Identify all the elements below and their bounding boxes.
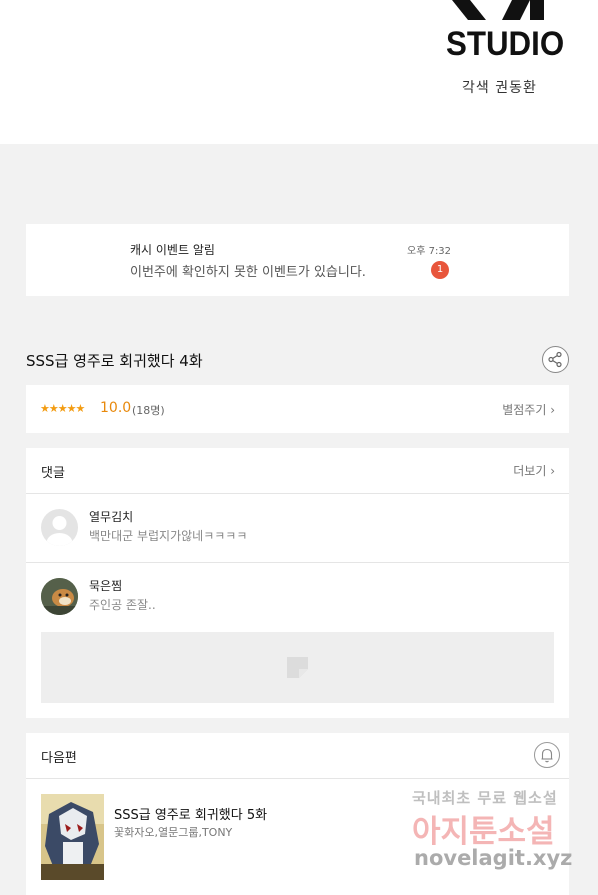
rating-score: 10.0 bbox=[100, 400, 132, 416]
comment-text: 주인공 존잘.. bbox=[89, 598, 156, 612]
studio-logo-text: STUDIO bbox=[446, 25, 565, 63]
ad-placeholder[interactable] bbox=[41, 632, 554, 703]
notice-badge: 1 bbox=[431, 261, 449, 279]
comments-card: 댓글 더보기 › 열무김치 백만대군 부럽지가않네ㅋㅋㅋㅋ 묵은찜 주인공 존잘… bbox=[26, 448, 569, 718]
top-banner: STUDIO 각색 권동환 bbox=[0, 0, 598, 144]
notify-button[interactable] bbox=[534, 742, 560, 768]
share-button[interactable] bbox=[542, 346, 569, 373]
notice-body: 이번주에 확인하지 못한 이벤트가 있습니다. bbox=[130, 265, 366, 280]
bell-icon bbox=[541, 748, 553, 763]
divider bbox=[26, 562, 569, 563]
user-photo-avatar bbox=[41, 578, 78, 615]
divider bbox=[26, 493, 569, 494]
comments-more-link[interactable]: 더보기 › bbox=[513, 462, 555, 479]
rate-button[interactable]: 별점주기 › bbox=[502, 401, 555, 418]
rating-card: ★★★★★ 10.0 (18명) 별점주기 › bbox=[26, 385, 569, 433]
watermark-line-3: novelagit.xyz bbox=[414, 846, 573, 870]
adaptation-credit: 각색 권동환 bbox=[462, 80, 537, 96]
rating-count: (18명) bbox=[132, 404, 165, 417]
avatar bbox=[41, 578, 78, 615]
cash-event-notice[interactable]: 캐시 이벤트 알림 이번주에 확인하지 못한 이벤트가 있습니다. 오후 7:3… bbox=[26, 224, 569, 296]
next-episode-authors: 꽃화자오,열문그룹,TONY bbox=[114, 826, 233, 839]
rating-stars: ★★★★★ bbox=[40, 402, 85, 415]
cover-art bbox=[41, 794, 104, 880]
share-icon bbox=[548, 351, 562, 368]
next-episode-header: 다음편 bbox=[41, 751, 77, 766]
image-placeholder-icon bbox=[287, 657, 308, 678]
comment-author: 묵은찜 bbox=[89, 579, 123, 593]
watermark-line-1: 국내최초 무료 웹소설 bbox=[412, 789, 558, 807]
notice-time: 오후 7:32 bbox=[407, 246, 452, 257]
notice-title: 캐시 이벤트 알림 bbox=[130, 243, 215, 257]
watermark-line-2: 아지툰소설 bbox=[412, 814, 555, 850]
comments-header: 댓글 bbox=[41, 466, 65, 481]
comment-author: 열무김치 bbox=[89, 510, 134, 524]
studio-logo-mark bbox=[452, 0, 544, 20]
next-episode-title[interactable]: SSS급 영주로 회귀했다 5화 bbox=[114, 804, 267, 823]
default-avatar-icon bbox=[46, 516, 73, 546]
divider bbox=[26, 778, 569, 779]
avatar bbox=[41, 509, 78, 546]
episode-title: SSS급 영주로 회귀했다 4화 bbox=[26, 352, 203, 370]
comment-text: 백만대군 부럽지가않네ㅋㅋㅋㅋ bbox=[89, 529, 248, 543]
next-episode-thumbnail[interactable] bbox=[41, 794, 104, 880]
